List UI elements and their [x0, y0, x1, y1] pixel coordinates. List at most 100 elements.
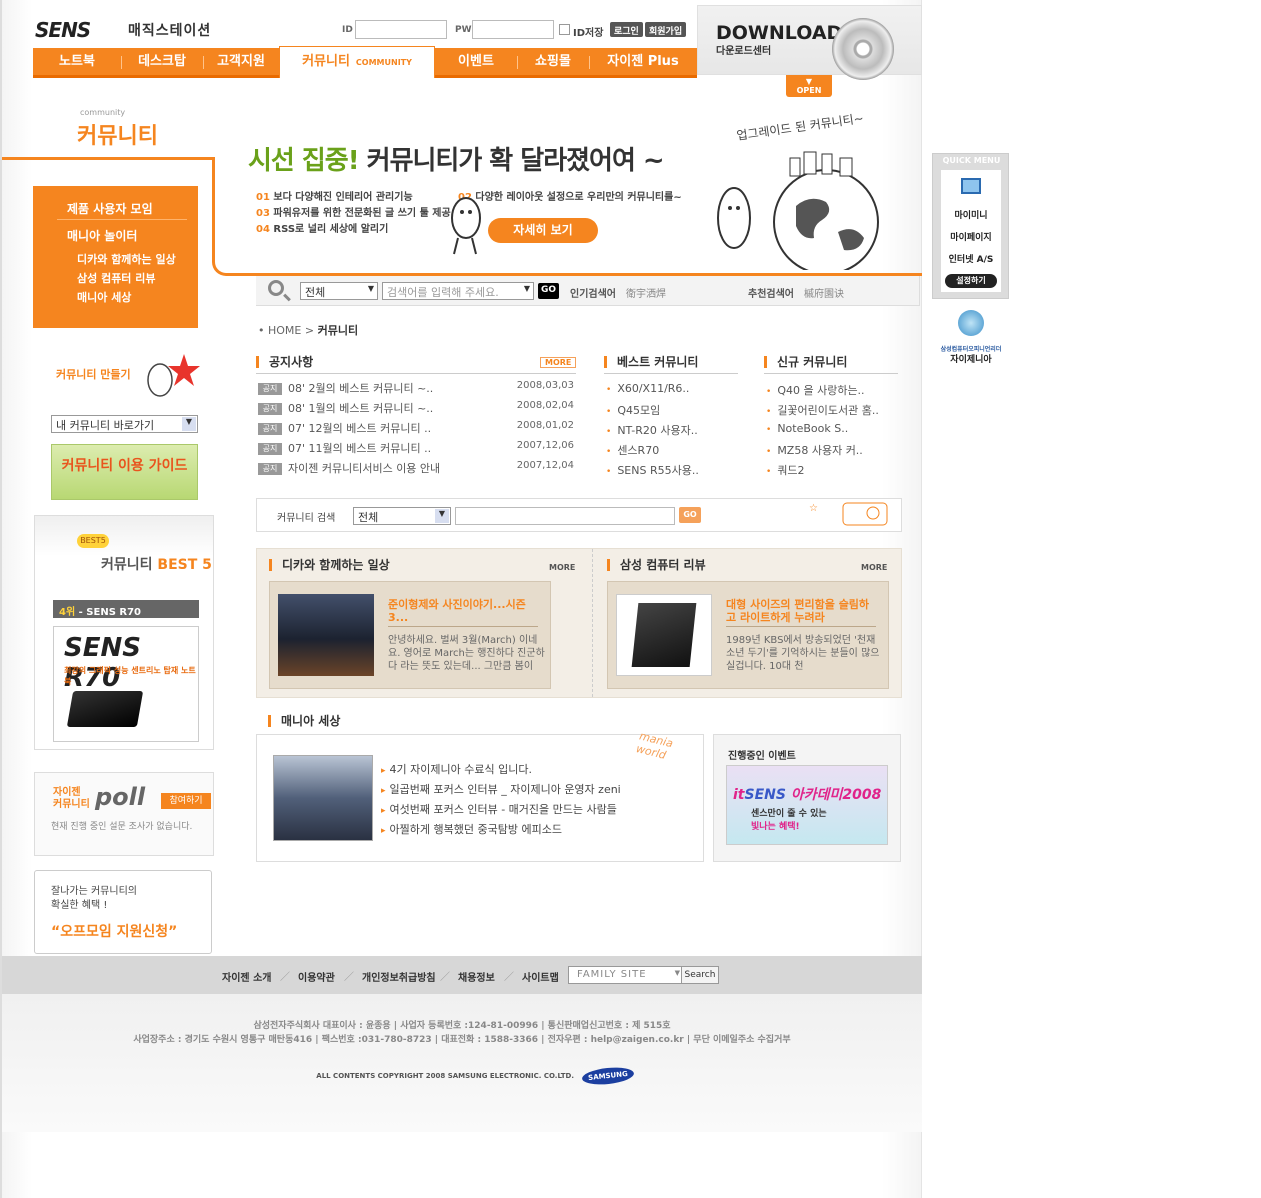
footer-privacy[interactable]: 개인정보취급방침	[362, 969, 436, 984]
typewriter-icon: ☆	[809, 502, 888, 526]
breadcrumb-home[interactable]: HOME	[268, 324, 301, 337]
open-label: OPEN	[796, 86, 822, 95]
community-search-select[interactable]: 전체 ▼	[353, 507, 451, 525]
search-input[interactable]: 검색어를 입력해 주세요. ▼	[382, 282, 534, 300]
new-community-item[interactable]: 쿼드2	[766, 462, 906, 478]
chevron-down-icon: ▼	[523, 284, 530, 293]
hot-keyword[interactable]: 衛宇洒焊	[626, 285, 666, 300]
event-box: 진행중인 이벤트 itSENS 아카데미2008 센스만이 줄 수 있는 빛나는 …	[713, 734, 901, 862]
daily-more-link[interactable]: MORE	[549, 563, 575, 572]
pw-input[interactable]	[472, 20, 554, 39]
menu-daily-camera[interactable]: 디카와 함께하는 일상	[77, 251, 232, 267]
ceremony-photo[interactable]	[273, 755, 373, 841]
download-subtitle: 다운로드센터	[716, 46, 772, 57]
new-community-item[interactable]: NoteBook S..	[766, 422, 906, 435]
quick-internet-as[interactable]: 인터넷 A/S	[941, 252, 1001, 265]
make-community-title[interactable]: 커뮤니티 만들기	[56, 366, 131, 382]
search-go-button[interactable]: GO	[538, 283, 560, 299]
quick-mypage[interactable]: 마이페이지	[941, 230, 1001, 243]
search-scope-select[interactable]: 전체 ▼	[300, 282, 378, 300]
best-community-item[interactable]: 센스R70	[606, 442, 746, 458]
mania-title[interactable]: 매니아 세상	[268, 715, 340, 727]
nav-support[interactable]: 고객지원	[203, 48, 279, 76]
pw-label: PW	[455, 25, 472, 35]
mania-item[interactable]: 4기 자이제니아 수료식 입니다.	[381, 761, 532, 777]
sens-logo[interactable]: SENS	[35, 18, 91, 42]
community-guide-banner[interactable]: 커뮤니티 이용 가이드	[51, 444, 198, 500]
download-open-button[interactable]: ▼ OPEN	[786, 75, 832, 97]
best5-box: BEST5 커뮤니티 BEST 5 4위 - SENS R70 SENS R70…	[34, 515, 214, 750]
footer-about[interactable]: 자이젠 소개	[222, 969, 271, 984]
notice-row[interactable]: 공지 자이젠 커뮤니티서비스 이용 안내 2007,12,04	[258, 460, 578, 478]
samsung-logo: SAMSUNG	[581, 1065, 635, 1087]
id-save-checkbox[interactable]	[559, 24, 570, 35]
nav-desktop[interactable]: 데스크탑	[121, 48, 203, 76]
new-community-title: 신규 커뮤니티	[764, 356, 847, 368]
daily-card[interactable]: 준이형제와 사진이야기...시즌3... 안녕하세요. 벌써 3월(March)…	[269, 581, 551, 689]
svg-text:☆: ☆	[809, 503, 818, 514]
footer-terms[interactable]: 이용약관	[298, 969, 335, 984]
best-community-item[interactable]: SENS R55사용..	[606, 462, 746, 478]
best-community-item[interactable]: X60/X11/R6..	[606, 382, 746, 395]
best5-rank-bar[interactable]: 4위 - SENS R70	[53, 600, 199, 618]
globe-illustration-icon	[717, 151, 879, 270]
community-search-go-button[interactable]: GO	[679, 507, 701, 523]
zaigenia-link[interactable]: 삼성컴퓨터오피니언리더 자이제니아	[936, 306, 1006, 366]
chevron-down-icon: ▼	[182, 417, 196, 431]
globe-icon	[958, 310, 984, 336]
new-community-item[interactable]: Q40 을 사랑하는..	[766, 382, 906, 398]
download-center-banner[interactable]: DOWNLOAD 다운로드센터	[697, 5, 922, 80]
rec-keyword[interactable]: 槭府園诀	[804, 285, 844, 300]
review-card-title[interactable]: 대형 사이즈의 편리함을 슬림하고 라이트하게 누려라	[726, 598, 876, 624]
login-button[interactable]: 로그인	[610, 22, 643, 37]
id-input[interactable]	[355, 20, 447, 39]
mania-item[interactable]: 아찔하게 행복했던 중국탐방 에피소드	[381, 821, 562, 837]
new-community-item[interactable]: MZ58 사용자 커..	[766, 442, 906, 458]
join-button[interactable]: 회원가입	[645, 22, 687, 37]
menu-mania-playground[interactable]: 매니아 놀이터	[67, 227, 222, 244]
event-brand: itSENS 아카데미2008	[733, 787, 882, 803]
nav-notebook[interactable]: 노트북	[33, 48, 121, 76]
banner-headline-accent: 시선 집중!	[248, 146, 360, 176]
footer-jobs[interactable]: 채용정보	[458, 969, 495, 984]
poll-join-button[interactable]: 참여하기	[161, 793, 211, 809]
mania-item[interactable]: 여섯번째 포커스 인터뷰 - 매거진을 만드는 사람들	[381, 801, 617, 817]
notice-more-button[interactable]: MORE	[540, 357, 577, 368]
offmeet-text: 잘나가는 커뮤니티의 확실한 혜택 !	[51, 886, 137, 911]
review-card[interactable]: 대형 사이즈의 편리함을 슬림하고 라이트하게 누려라 1989년 KBS에서 …	[607, 581, 889, 689]
event-banner[interactable]: itSENS 아카데미2008 센스만이 줄 수 있는 빛나는 혜택!	[726, 765, 888, 845]
nav-community[interactable]: 커뮤니티 COMMUNITY	[279, 46, 435, 78]
best-community-item[interactable]: NT-R20 사용자..	[606, 422, 746, 438]
nav-shop[interactable]: 쇼핑몰	[517, 48, 589, 76]
review-card-body: 1989년 KBS에서 방송되었던 '천재소년 두기'를 기억하시는 분들이 많…	[726, 635, 880, 672]
rec-keyword-label: 추천검색어	[748, 289, 794, 300]
magicstation-logo: 매직스테이션	[128, 23, 212, 39]
my-community-select[interactable]: 내 커뮤니티 바로가기 ▼	[51, 415, 198, 433]
review-more-link[interactable]: MORE	[861, 563, 887, 572]
notice-row[interactable]: 공지 08' 1월의 베스트 커뮤니티 ~.. 2008,02,04	[258, 400, 578, 418]
main-nav: 노트북 데스크탑 고객지원 커뮤니티 COMMUNITY 이벤트 쇼핑몰 자이젠 …	[33, 46, 697, 78]
menu-mania-world[interactable]: 매니아 세상	[77, 289, 232, 305]
nav-zaigen-plus[interactable]: 자이젠 Plus	[589, 48, 697, 76]
family-site-search-button[interactable]: Search	[681, 966, 719, 984]
community-search-input[interactable]	[455, 507, 675, 525]
best5-product-image[interactable]: SENS R70 최강의 그래픽 성능 센트리노 탑재 노트북	[53, 626, 199, 742]
mania-item[interactable]: 일곱번째 포커스 인터뷰 _ 자이제니아 운영자 zeni	[381, 781, 621, 797]
quick-settings-button[interactable]: 설정하기	[945, 274, 997, 288]
daily-card-title[interactable]: 준이형제와 사진이야기...시즌3...	[388, 598, 538, 624]
daily-title[interactable]: 디카와 함께하는 일상	[269, 559, 390, 571]
menu-samsung-review[interactable]: 삼성 컴퓨터 리뷰	[77, 270, 232, 286]
review-title[interactable]: 삼성 컴퓨터 리뷰	[607, 559, 706, 571]
quick-myminihome[interactable]: 마이미니	[941, 208, 1001, 221]
offline-meeting-banner[interactable]: 잘나가는 커뮤니티의 확실한 혜택 ! “오프모임 지원신청”	[34, 870, 212, 954]
notice-row[interactable]: 공지 07' 12월의 베스트 커뮤니티 .. 2008,01,02	[258, 420, 578, 438]
banner-detail-button[interactable]: 자세히 보기	[488, 218, 598, 243]
new-community-item[interactable]: 길꽃어린이도서관 홈..	[766, 402, 906, 418]
menu-product-users[interactable]: 제품 사용자 모임	[67, 200, 222, 217]
notice-row[interactable]: 공지 08' 2월의 베스트 커뮤니티 ~.. 2008,03,03	[258, 380, 578, 398]
best-community-item[interactable]: Q45모임	[606, 402, 746, 418]
nav-event[interactable]: 이벤트	[435, 48, 517, 76]
footer-sitemap[interactable]: 사이트맵	[522, 969, 559, 984]
notice-row[interactable]: 공지 07' 11월의 베스트 커뮤니티 .. 2007,12,06	[258, 440, 578, 458]
family-site-select[interactable]: FAMILY SITE ▼	[568, 966, 686, 984]
